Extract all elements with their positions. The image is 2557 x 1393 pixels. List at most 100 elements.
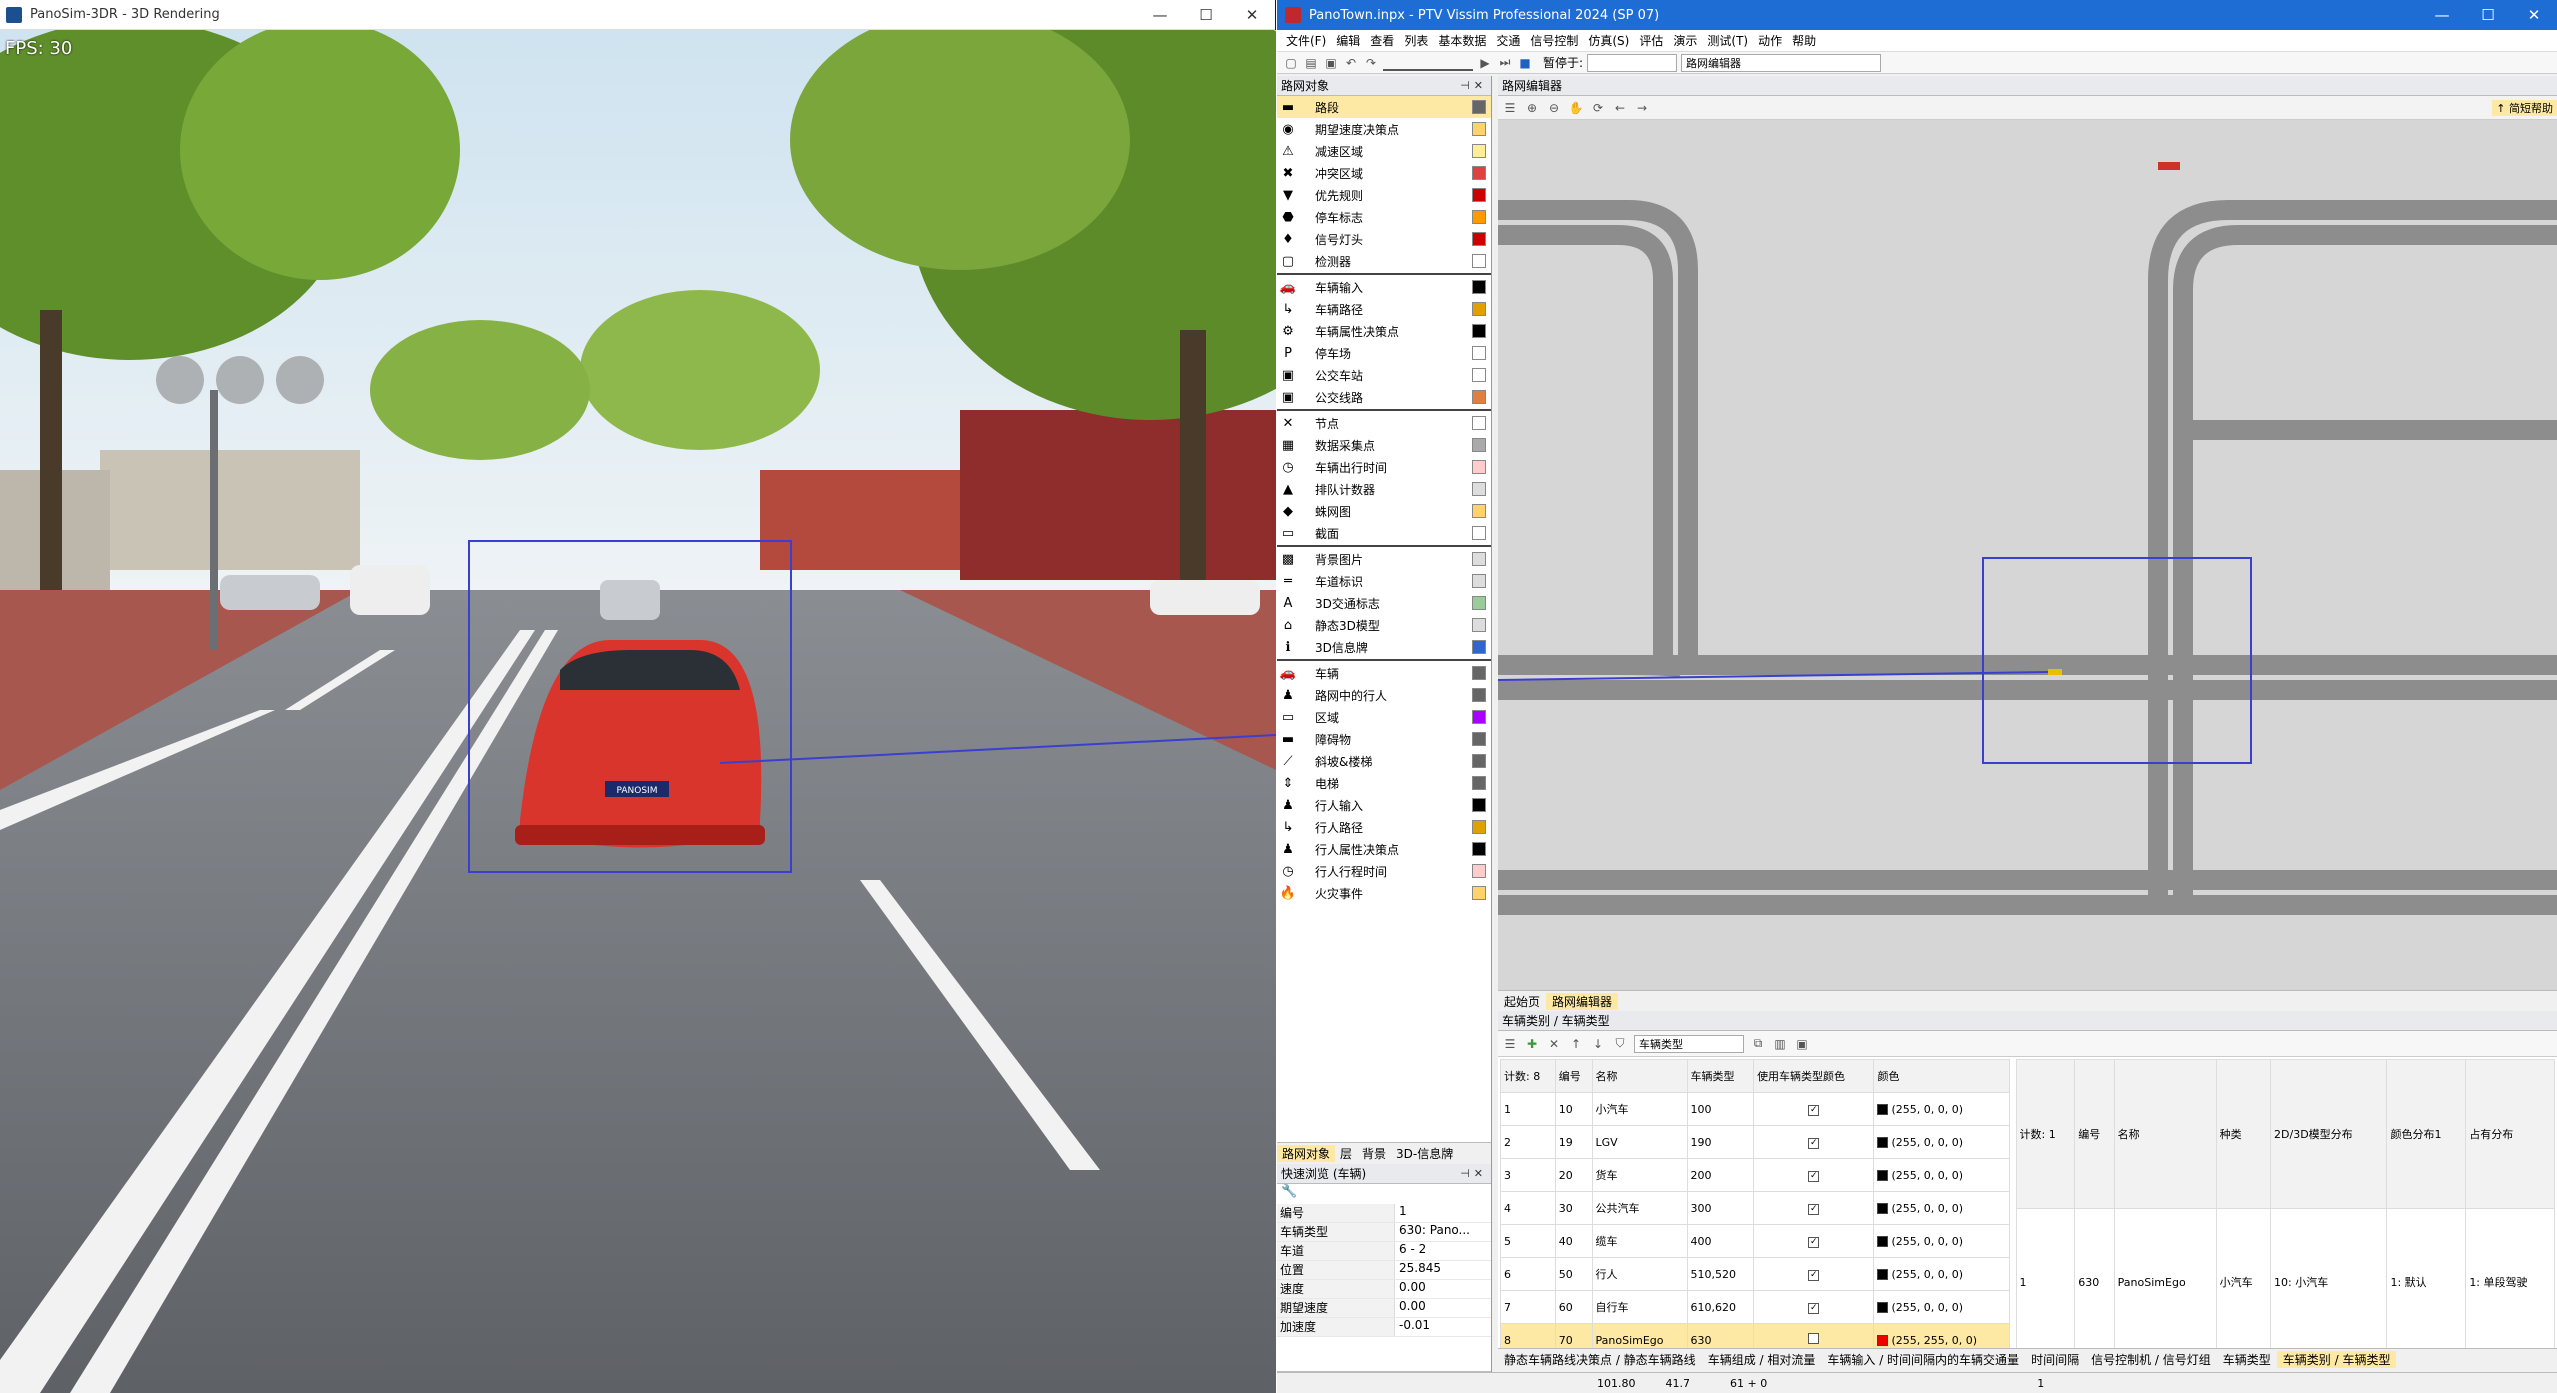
netobj-item[interactable]: ▭ 区域 [1277,706,1491,728]
save-icon[interactable]: ▣ [1323,55,1339,71]
column-header[interactable]: 名称 [2113,1059,2217,1209]
netobj-tab[interactable]: 路网对象 [1277,1145,1336,1162]
netobj-color-swatch[interactable] [1472,596,1486,610]
netobj-color-swatch[interactable] [1472,754,1486,768]
netobj-color-swatch[interactable] [1472,280,1486,294]
list-tab[interactable]: 静态车辆路线决策点 / 静态车辆路线 [1498,1351,1702,1368]
netobj-color-swatch[interactable] [1472,618,1486,632]
menu-item-5[interactable]: 交通 [1491,32,1525,49]
netobj-item[interactable]: ▣ 公交线路 [1277,386,1491,408]
netobj-item[interactable]: 🚗 车辆 [1277,662,1491,684]
netobj-item[interactable]: ⟋ 斜坡&楼梯 [1277,750,1491,772]
netobj-color-swatch[interactable] [1472,232,1486,246]
netobj-item[interactable]: ✕ 节点 [1277,412,1491,434]
checkbox[interactable]: ✓ [1808,1237,1820,1248]
column-header[interactable]: 计数: 1 [2015,1059,2076,1209]
menu-item-7[interactable]: 仿真(S) [1583,32,1634,49]
netobj-item[interactable]: ⇕ 电梯 [1277,772,1491,794]
netobj-item[interactable]: ⚙ 车辆属性决策点 [1277,320,1491,342]
list-tab[interactable]: 时间间隔 [2025,1351,2085,1368]
netobj-item[interactable]: ✖ 冲突区域 [1277,162,1491,184]
netobj-item[interactable]: ♟ 路网中的行人 [1277,684,1491,706]
checkbox[interactable]: ✓ [1808,1270,1820,1281]
checkbox-cell[interactable]: ✓ [1753,1224,1875,1258]
netobj-item[interactable]: ⚠ 减速区域 [1277,140,1491,162]
menu-item-1[interactable]: 编辑 [1331,32,1365,49]
column-header[interactable]: 使用车辆类型颜色 [1753,1059,1875,1093]
netobj-item[interactable]: ▲ 排队计数器 [1277,478,1491,500]
netobj-color-swatch[interactable] [1472,254,1486,268]
netobj-item[interactable]: ♟ 行人输入 [1277,794,1491,816]
pan-icon[interactable]: ✋ [1568,100,1584,116]
menu-item-0[interactable]: 文件(F) [1281,32,1331,49]
zoom-in-icon[interactable]: ⊕ [1524,100,1540,116]
list-tab[interactable]: 车辆类型 [2217,1351,2277,1368]
minimize-button[interactable]: — [1137,0,1183,30]
network-canvas[interactable] [1497,120,2557,988]
column-header[interactable]: 2D/3D模型分布 [2270,1059,2388,1209]
menu-item-12[interactable]: 帮助 [1787,32,1821,49]
netobj-color-swatch[interactable] [1472,574,1486,588]
column-header[interactable]: 占有分布 [2465,1059,2555,1209]
netobj-item[interactable]: ⬣ 停车标志 [1277,206,1491,228]
table-row[interactable]: 1 10 小汽车 100 ✓ (255, 0, 0, 0) [1500,1092,2010,1126]
relation-select[interactable]: 车辆类型 [1634,1034,1744,1053]
add-icon[interactable]: ✚ [1524,1036,1540,1052]
checkbox-cell[interactable]: ✓ [1753,1290,1875,1324]
netobj-color-swatch[interactable] [1472,864,1486,878]
netobj-item[interactable]: ▣ 公交车站 [1277,364,1491,386]
table-row[interactable]: 6 50 行人 510,520 ✓ (255, 0, 0, 0) [1500,1257,2010,1291]
menu-item-11[interactable]: 动作 [1753,32,1787,49]
table-row[interactable]: 1 630 PanoSimEgo 小汽车 10: 小汽车 1: 默认 1: 单段驾驶 [2015,1207,2555,1357]
netobj-item[interactable]: ▩ 背景图片 [1277,548,1491,570]
close-button[interactable]: ✕ [1229,0,1275,30]
column-header[interactable]: 名称 [1591,1059,1688,1093]
maximize-button[interactable]: ☐ [1183,0,1229,30]
column-header[interactable]: 车辆类型 [1686,1059,1755,1093]
table-row[interactable]: 3 20 货车 200 ✓ (255, 0, 0, 0) [1500,1158,2010,1192]
editor-select[interactable]: 路网编辑器 [1681,53,1882,72]
netobj-color-swatch[interactable] [1472,552,1486,566]
netobj-item[interactable]: P 停车场 [1277,342,1491,364]
checkbox-cell[interactable]: ✓ [1753,1092,1875,1126]
netobj-color-swatch[interactable] [1472,144,1486,158]
table-row[interactable]: 5 40 缆车 400 ✓ (255, 0, 0, 0) [1500,1224,2010,1258]
menu-item-8[interactable]: 评估 [1634,32,1668,49]
menu-item-6[interactable]: 信号控制 [1525,32,1583,49]
netobj-tab[interactable]: 背景 [1357,1145,1391,1162]
netobj-color-swatch[interactable] [1472,166,1486,180]
netobj-item[interactable]: ▢ 检测器 [1277,250,1491,272]
table-row[interactable]: 7 60 自行车 610,620 ✓ (255, 0, 0, 0) [1500,1290,2010,1324]
checkbox[interactable]: ✓ [1808,1204,1820,1215]
netobj-item[interactable]: ▭ 截面 [1277,522,1491,544]
redo-icon[interactable]: ↷ [1363,55,1379,71]
netobj-item[interactable]: 🚗 车辆输入 [1277,276,1491,298]
checkbox[interactable]: ✓ [1808,1105,1820,1116]
netobj-color-swatch[interactable] [1472,504,1486,518]
netobj-tab[interactable]: 层 [1335,1145,1357,1162]
netobj-color-swatch[interactable] [1472,776,1486,790]
netobj-color-swatch[interactable] [1472,302,1486,316]
netobj-color-swatch[interactable] [1472,666,1486,680]
help-button[interactable]: ↑ 简短帮助 [2492,99,2557,116]
zoom-out-icon[interactable]: ⊖ [1546,100,1562,116]
filter-icon[interactable]: ⛉ [1612,1036,1628,1052]
column-header[interactable]: 编号 [2074,1059,2115,1209]
list-tab[interactable]: 信号控制机 / 信号灯组 [2085,1351,2217,1368]
checkbox-cell[interactable]: ✓ [1753,1158,1875,1192]
netobj-item[interactable]: ◷ 车辆出行时间 [1277,456,1491,478]
menu-item-3[interactable]: 列表 [1399,32,1433,49]
netobj-item[interactable]: ▬ 路段 [1277,96,1491,118]
menu-item-4[interactable]: 基本数据 [1433,32,1491,49]
3d-scene-viewport[interactable]: PANOSIM FPS: 30 [0,30,1276,1393]
netobj-color-swatch[interactable] [1472,368,1486,382]
vissim-maximize-button[interactable]: ☐ [2465,0,2511,30]
checkbox-cell[interactable]: ✓ [1753,1257,1875,1291]
netobj-color-swatch[interactable] [1472,732,1486,746]
step-icon[interactable]: ⏭ [1497,55,1513,71]
netobj-color-swatch[interactable] [1472,842,1486,856]
layers-icon[interactable]: ☰ [1502,100,1518,116]
column-header[interactable]: 颜色 [1873,1059,2010,1093]
netobj-item[interactable]: ↳ 行人路径 [1277,816,1491,838]
sort-desc-icon[interactable]: ↓ [1590,1036,1606,1052]
